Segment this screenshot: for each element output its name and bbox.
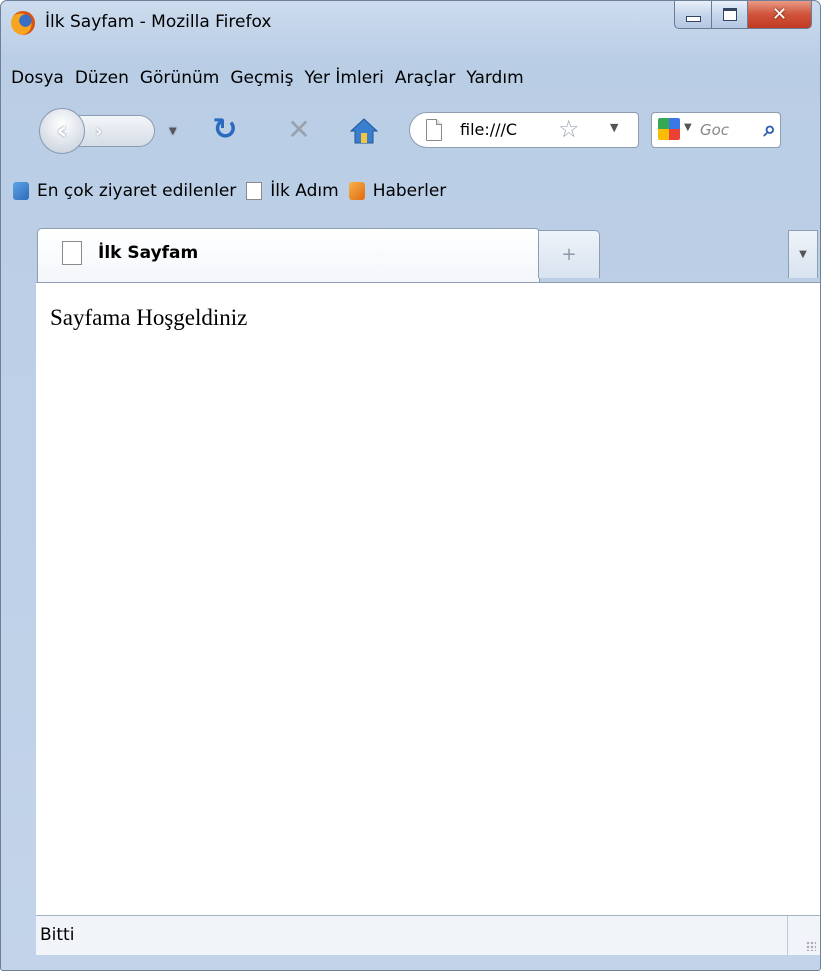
window-title: İlk Sayfam - Mozilla Firefox — [45, 12, 272, 32]
menu-yer-imleri[interactable]: Yer İmleri — [304, 68, 383, 88]
browser-window: İlk Sayfam - Mozilla Firefox ✕ Dosya Düz… — [0, 0, 821, 971]
minimize-icon — [685, 15, 701, 22]
back-arrow-icon: ‹ — [56, 116, 68, 146]
page-text: Sayfama Hoşgeldiniz — [50, 305, 248, 330]
window-controls: ✕ — [674, 1, 812, 29]
tab-ilk-sayfam[interactable]: İlk Sayfam — [37, 228, 540, 282]
back-button[interactable]: ‹ — [39, 108, 85, 154]
magnifier-icon[interactable]: ⌕ — [764, 117, 776, 142]
bookmark-first-steps[interactable]: İlk Adım — [246, 181, 339, 201]
menu-gecmis[interactable]: Geçmiş — [230, 68, 293, 88]
page-icon — [426, 119, 442, 141]
url-text[interactable]: file:///C — [460, 120, 528, 139]
firefox-logo-icon[interactable] — [11, 11, 35, 35]
reload-icon[interactable]: ↻ — [211, 115, 239, 145]
history-dropdown-icon[interactable]: ▼ — [169, 126, 177, 137]
most-visited-icon — [13, 182, 29, 200]
bookmark-label: Haberler — [372, 181, 447, 201]
search-bar[interactable]: ▼ Goc ⌕ — [651, 112, 781, 148]
bookmark-most-visited[interactable]: En çok ziyaret edilenler — [13, 181, 236, 201]
close-button[interactable]: ✕ — [748, 1, 812, 29]
tab-list-button[interactable]: ▼ — [788, 230, 818, 278]
minimize-button[interactable] — [674, 1, 712, 29]
star-icon[interactable]: ☆ — [558, 115, 580, 143]
bookmarks-toolbar: En çok ziyaret edilenler İlk Adım Haberl… — [13, 181, 456, 201]
forward-arrow-icon: › — [95, 120, 103, 142]
rss-icon — [348, 182, 365, 200]
navigation-toolbar: › ▼ ‹ ↻ ✕ file:///C ☆ ▼ ▼ Goc ⌕ — [1, 104, 820, 156]
bookmark-news[interactable]: Haberler — [348, 181, 447, 201]
menu-yardim[interactable]: Yardım — [466, 68, 523, 88]
chevron-down-icon: ▼ — [799, 249, 807, 260]
search-input[interactable]: Goc — [700, 121, 740, 139]
maximize-button[interactable] — [712, 1, 748, 29]
close-icon: ✕ — [771, 4, 788, 25]
status-text: Bitti — [40, 925, 75, 945]
menu-dosya[interactable]: Dosya — [11, 68, 64, 88]
status-bar: Bitti — [36, 915, 820, 955]
resize-grip[interactable] — [787, 916, 820, 955]
menu-bar: Dosya Düzen Görünüm Geçmiş Yer İmleri Ar… — [11, 68, 535, 88]
page-icon — [246, 182, 263, 200]
plus-icon: + — [561, 244, 577, 265]
stop-icon[interactable]: ✕ — [285, 116, 313, 144]
bookmark-label: İlk Adım — [270, 181, 339, 201]
title-bar[interactable]: İlk Sayfam - Mozilla Firefox ✕ — [1, 1, 820, 45]
new-tab-button[interactable]: + — [538, 230, 600, 278]
menu-duzen[interactable]: Düzen — [75, 68, 129, 88]
url-dropdown-icon[interactable]: ▼ — [610, 121, 618, 134]
google-icon[interactable] — [658, 118, 680, 140]
page-content: Sayfama Hoşgeldiniz — [36, 282, 820, 915]
back-forward-group: › ▼ ‹ — [39, 108, 197, 154]
menu-gorunum[interactable]: Görünüm — [140, 68, 219, 88]
search-engine-dropdown-icon[interactable]: ▼ — [684, 122, 692, 133]
resize-grip-icon — [806, 941, 816, 951]
bookmark-label: En çok ziyaret edilenler — [37, 181, 237, 201]
home-icon[interactable] — [349, 116, 379, 146]
address-bar[interactable]: file:///C ☆ ▼ — [409, 112, 639, 148]
page-icon — [62, 241, 82, 265]
tab-label: İlk Sayfam — [98, 243, 199, 263]
forward-button[interactable]: › ▼ — [77, 115, 177, 147]
maximize-icon — [722, 8, 737, 21]
menu-araclar[interactable]: Araçlar — [395, 68, 456, 88]
tab-strip: İlk Sayfam + ▼ — [1, 226, 820, 282]
